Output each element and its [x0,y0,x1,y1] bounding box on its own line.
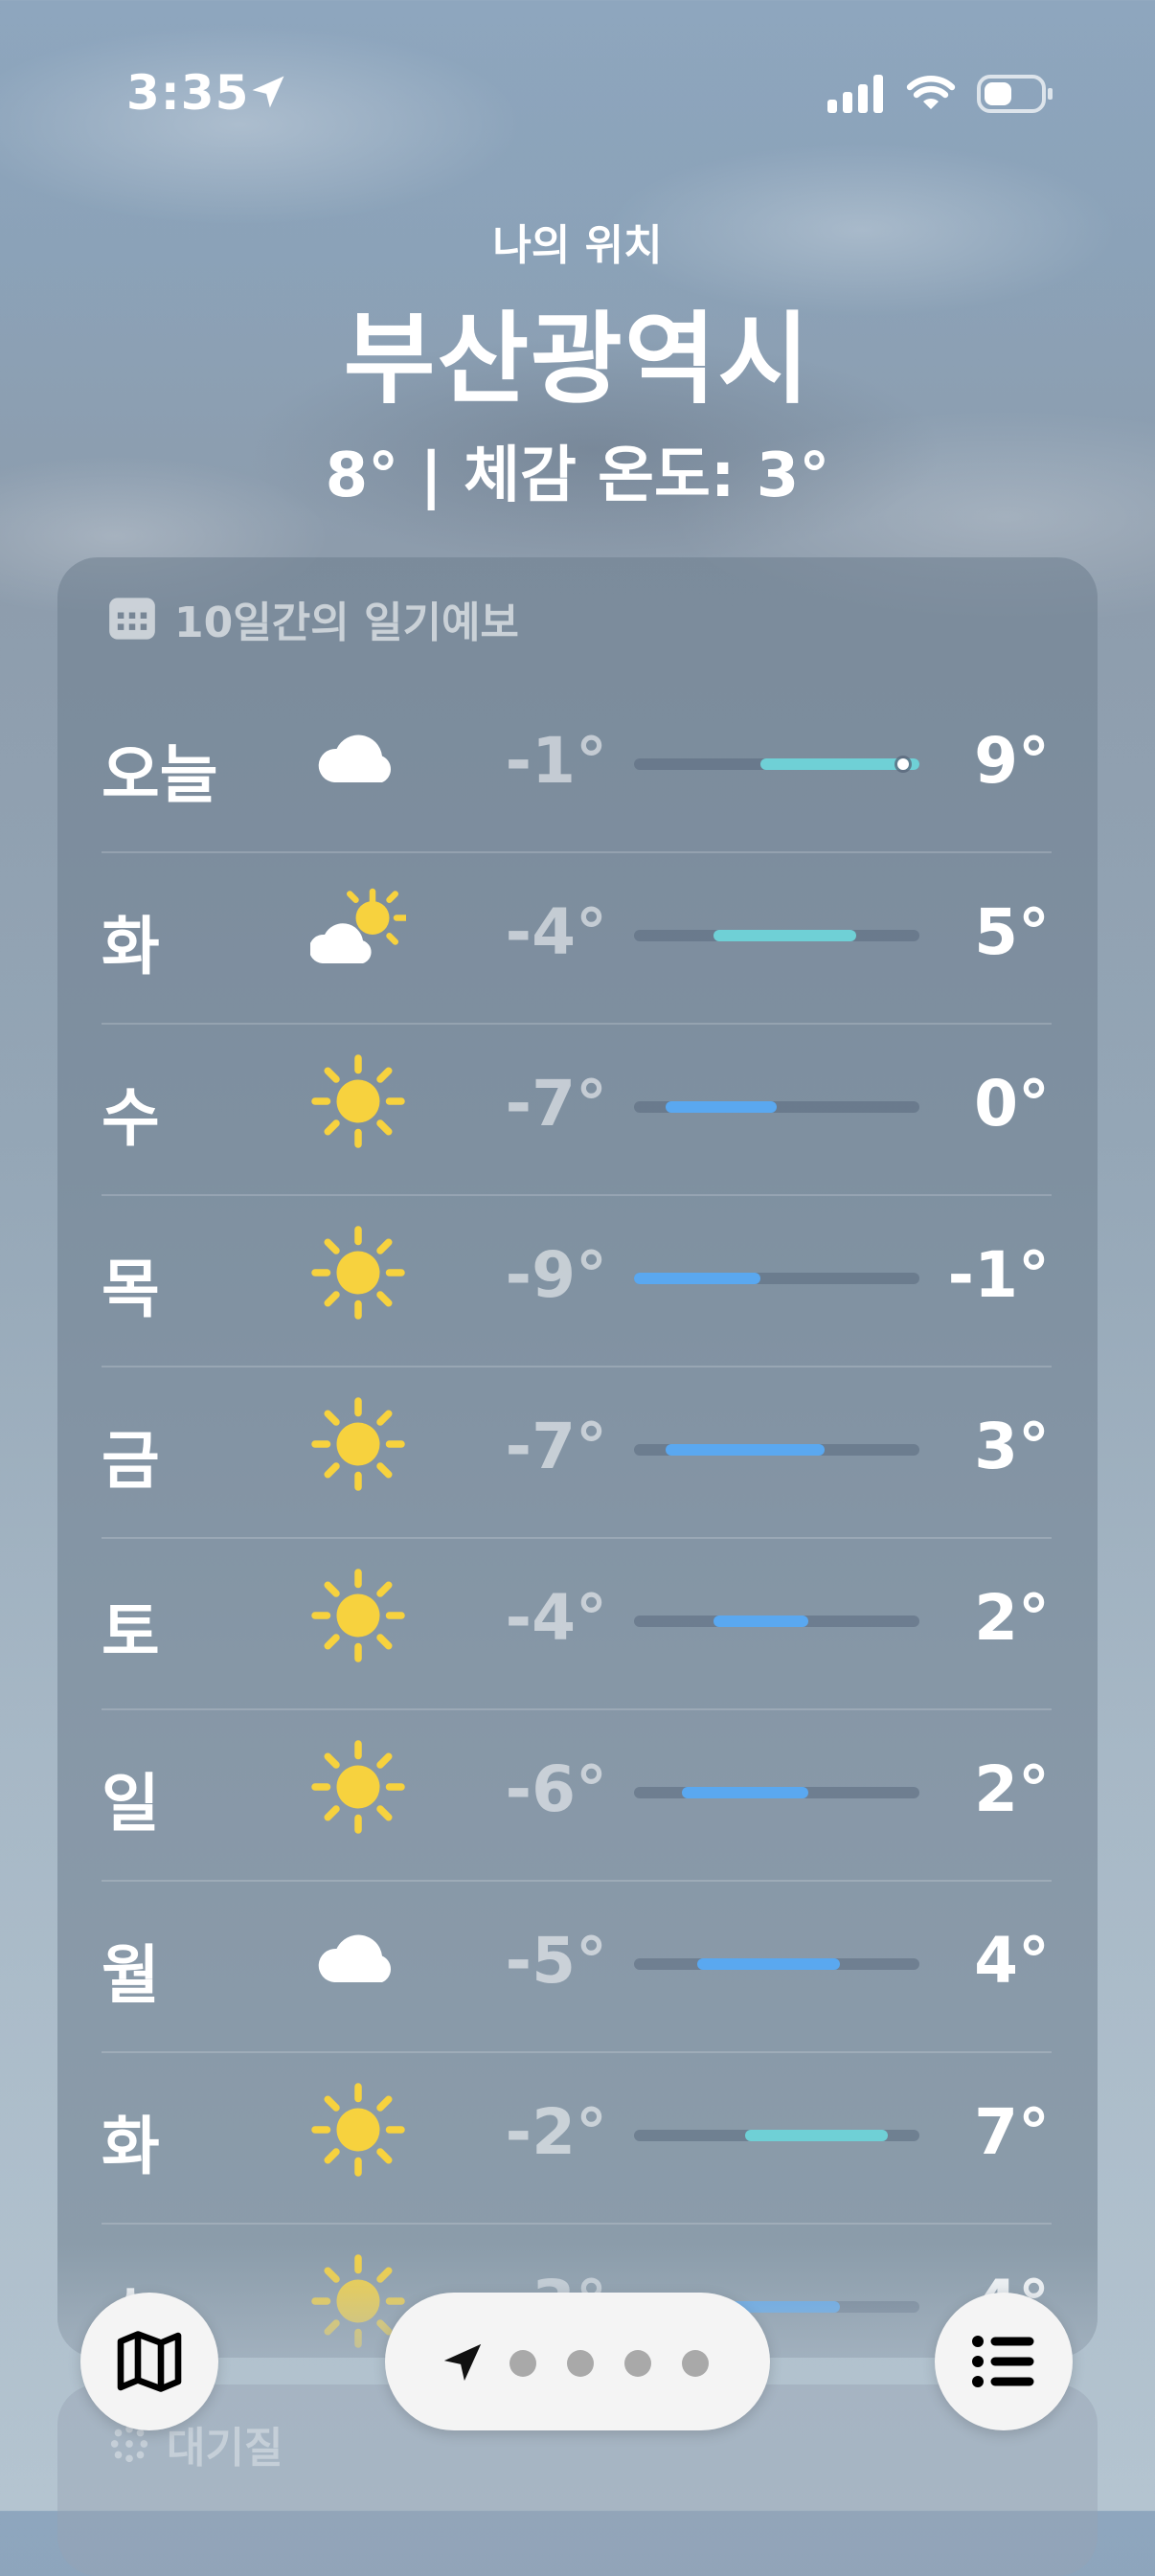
temp-range-fill [744,2130,888,2141]
current-condition: 8° | 체감 온도: 3° [325,441,830,511]
day-label: 일 [102,1767,160,1841]
forecast-row[interactable]: 토 -4° 2° [102,1539,1052,1710]
high-temp: 2° [974,1581,1050,1655]
low-temp: -2° [505,2095,607,2169]
day-label: 화 [102,910,160,983]
sun-icon [310,1739,406,1835]
location-arrow-icon [252,76,284,108]
city-name: 부산광역시 [343,301,812,418]
low-temp: -5° [505,1924,607,1998]
temp-range-track [634,1101,919,1113]
partly-sunny-icon [308,882,410,978]
temp-range-fill [666,1101,777,1113]
temp-range-track [634,930,919,941]
temp-range-fill [713,930,856,941]
air-quality-title: 대기질 [167,2424,283,2473]
forecast-row[interactable]: 금 -7° 3° [102,1367,1052,1539]
status-time: 3:35 [126,65,250,121]
sun-icon [310,1053,406,1149]
sun-icon [310,1225,406,1321]
high-temp: 5° [974,895,1050,969]
low-temp: -4° [505,1581,607,1655]
high-temp: 7° [974,2095,1050,2169]
location-header: 나의 위치 부산광역시 8° | 체감 온도: 3° [0,211,1155,514]
temp-range-track [634,1958,919,1970]
temp-range-track [634,2130,919,2141]
list-icon [972,2336,1034,2387]
cloud-icon [310,711,406,806]
high-temp: 3° [974,1410,1050,1483]
temp-range-track [634,1616,919,1627]
calendar-icon [109,598,155,640]
forecast-row[interactable]: 화 -4° 5° [102,853,1052,1025]
temp-range-fill [713,1616,809,1627]
location-subtitle: 나의 위치 [492,221,663,270]
current-location-arrow-icon [443,2343,482,2382]
forecast-row[interactable]: 수 -7° 0° [102,1025,1052,1196]
forecast-row[interactable]: 화 -2° 7° [102,2053,1052,2225]
low-temp: -7° [505,1410,607,1483]
low-temp: -9° [505,1238,607,1312]
sun-icon [310,1568,406,1663]
page-dot[interactable] [624,2350,651,2377]
card-header: 10일간의 일기예보 [107,590,519,647]
temp-range-track [634,1787,919,1798]
day-label: 화 [102,2110,160,2183]
high-temp: 0° [974,1067,1050,1141]
page-indicator[interactable] [385,2293,770,2430]
temp-range-fill [634,1273,761,1284]
low-temp: -4° [505,895,607,969]
temp-range-track [634,1273,919,1284]
temp-range-fill [760,758,919,770]
temp-range-track [634,758,919,770]
temp-range-track [634,1444,919,1456]
forecast-row[interactable]: 월 -5° 4° [102,1882,1052,2053]
day-label: 토 [102,1595,160,1669]
temp-range-fill [666,1444,825,1456]
map-icon [117,2331,182,2392]
forecast-row[interactable]: 일 -6° 2° [102,1710,1052,1882]
forecast-row[interactable]: 오늘 -1° 9° [102,682,1052,853]
day-label: 금 [102,1424,160,1498]
day-label: 오늘 [102,738,218,812]
forecast-row[interactable]: 목 -9° -1° [102,1196,1052,1367]
sun-icon [310,2082,406,2178]
page-dot[interactable] [682,2350,709,2377]
high-temp: 2° [974,1752,1050,1826]
day-label: 목 [102,1253,160,1326]
forecast-list: 오늘 -1° 9° 화 -4° 5° 수 -7° 0° 목 -9° -1° 금 -7° 3° 토 -4° 2° 일 -… [102,682,1052,2358]
page-dot[interactable] [510,2350,536,2377]
status-bar: 3:35 [0,61,1155,128]
cloud-icon [310,1910,406,2006]
location-list-button[interactable] [935,2293,1073,2430]
high-temp: -1° [947,1238,1050,1312]
high-temp: 9° [974,724,1050,798]
low-temp: -7° [505,1067,607,1141]
low-temp: -6° [505,1752,607,1826]
cellular-signal-icon [827,75,883,113]
temp-range-fill [697,1958,841,1970]
wifi-icon [906,76,956,109]
low-temp: -1° [505,724,607,798]
temp-range-fill [681,1787,809,1798]
day-label: 수 [102,1081,160,1155]
day-label: 월 [102,1938,160,2012]
battery-icon [977,75,1053,113]
ten-day-forecast-card[interactable]: 10일간의 일기예보 오늘 -1° 9° 화 -4° 5° 수 -7° 0° 목 -9° -1° 금 -7… [57,557,1098,2358]
high-temp: 4° [974,1924,1050,1998]
map-button[interactable] [80,2293,218,2430]
card-title: 10일간의 일기예보 [174,599,519,647]
sun-icon [310,1396,406,1492]
page-dot[interactable] [567,2350,594,2377]
